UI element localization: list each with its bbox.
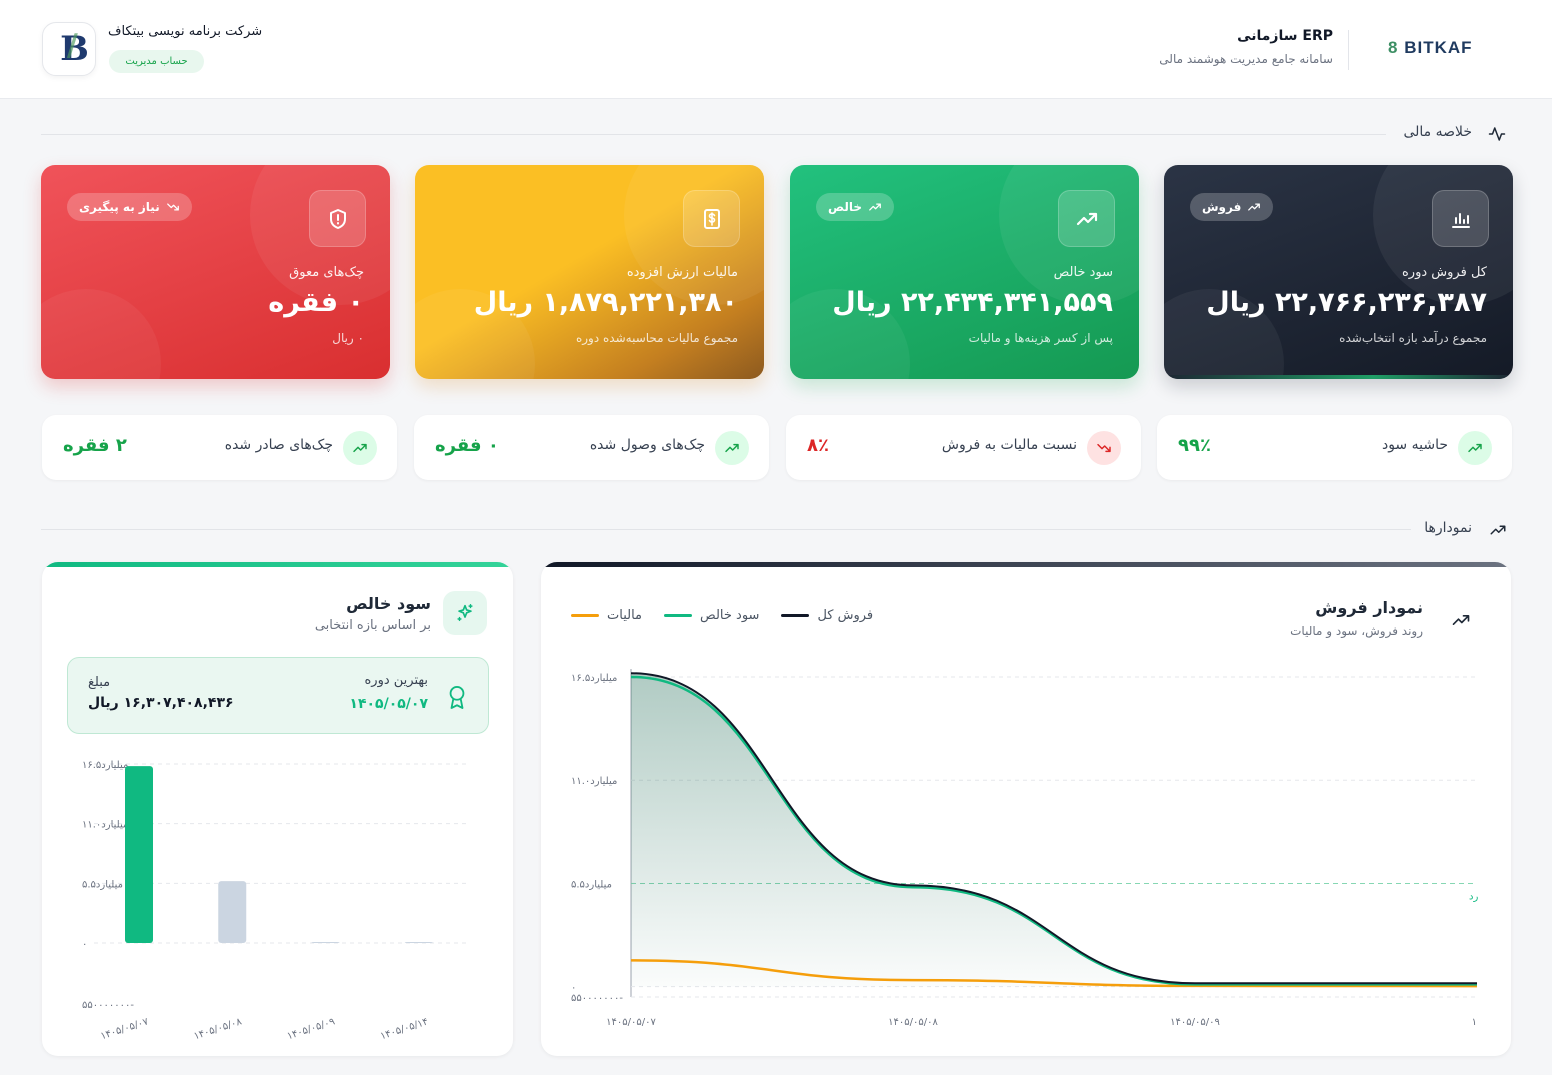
stat-value: ۲ فقره <box>63 435 127 456</box>
y-tick-label: ۱۶.۵میلیارد <box>571 673 617 684</box>
company-logo[interactable]: B / <box>42 22 96 76</box>
stat-label: نسبت مالیات به فروش <box>941 437 1077 453</box>
stat-received-checks[interactable]: چک‌های وصول شده ۰ فقره <box>414 415 769 480</box>
summary-title: خلاصه مالی <box>1403 124 1472 140</box>
kpi-label: مالیات ارزش افزوده <box>626 265 738 280</box>
company-name: شرکت برنامه نویسی بیتکاف <box>108 24 263 39</box>
trend-up-icon <box>1248 203 1261 211</box>
y-tick-label: ۱۶.۵میلیارد <box>82 760 128 771</box>
y-tick-label: ۱۱.۰میلیارد <box>82 820 128 831</box>
kpi-label: چک‌های معوق <box>289 265 364 280</box>
y-tick-label: ۵۵۰۰۰۰۰۰۰- <box>82 1000 134 1011</box>
charts-title: نمودارها <box>1424 520 1472 536</box>
bar <box>218 881 247 943</box>
y-tick-label: ۵.۵میلیارد <box>82 879 123 890</box>
trend-up-icon <box>1490 525 1506 535</box>
sales-area <box>631 673 1477 987</box>
kpi-value: ۲۲,۷۶۶,۲۳۶,۳۸۷ ریال <box>1206 287 1487 318</box>
stat-tax-ratio[interactable]: نسبت مالیات به فروش ۸٪ <box>786 415 1141 480</box>
kpi-value: ۰ فقره <box>268 287 364 318</box>
trend-up-icon <box>1058 190 1115 247</box>
dollar-bill-icon <box>683 190 740 247</box>
stat-label: چک‌های صادر شده <box>224 437 333 453</box>
shield-alert-icon <box>309 190 366 247</box>
kpi-chip-net: خالص <box>816 193 895 221</box>
kpi-chip-sales: فروش <box>1190 193 1274 221</box>
sales-line-chart: ۱۶.۵میلیارد۱۱.۰میلیارد۰۵۵۰۰۰۰۰۰۰-۵.۵میلی… <box>571 669 1478 1028</box>
app-subtitle: سامانه جامع مدیریت هوشمند مالی <box>1159 52 1333 66</box>
y-tick-label: ۵.۵میلیارد <box>571 879 612 890</box>
x-tick-label: ۱۴۰۵/۰۵/۰۹ <box>1170 1017 1220 1028</box>
bar-chart-icon <box>1432 190 1489 247</box>
y-tick-label: ۰ <box>82 939 87 950</box>
bar <box>404 942 433 943</box>
kpi-value: ۲۲,۴۳۴,۳۴۱,۵۵۹ ریال <box>832 287 1113 318</box>
stat-value: ۸٪ <box>807 435 829 456</box>
sales-chart-panel: نمودار فروش روند فروش، سود و مالیات فروش… <box>541 562 1511 1056</box>
x-tick-label: ۱۴۰۵/۰۵/۰۷ <box>606 1017 656 1028</box>
header-divider <box>1348 30 1349 70</box>
x-tick-label: ۱۴۰۵/۰۵/۰۸ <box>888 1017 938 1028</box>
stat-issued-checks[interactable]: چک‌های صادر شده ۲ فقره <box>42 415 397 480</box>
kpi-chip-follow-up: نیاز به پیگیری <box>67 193 192 221</box>
net-profit-panel: سود خالص بر اساس بازه انتخابی بهترین دور… <box>42 562 513 1056</box>
net-profit-bar-chart: ۱۶.۵میلیارد ۱۱.۰میلیارد ۵.۵میلیارد ۰ ۵۵۰۰۰۰۰… <box>82 760 467 1042</box>
trend-down-icon <box>1087 431 1121 465</box>
trend-up-icon <box>869 203 881 211</box>
app-title: ERP سازمانی <box>1237 28 1333 44</box>
kpi-card-vat[interactable]: مالیات ارزش افزوده ۱,۸۷۹,۲۲۱,۳۸۰ ریال مج… <box>415 165 764 379</box>
kpi-subtext: مجموع مالیات محاسبه‌شده دوره <box>575 331 738 345</box>
stat-label: حاشیه سود <box>1381 437 1448 453</box>
kpi-card-overdue-checks[interactable]: نیاز به پیگیری چک‌های معوق ۰ فقره ۰ ریال <box>41 165 390 379</box>
stat-value: ۹۹٪ <box>1178 435 1211 456</box>
kpi-subtext: مجموع درآمد بازه انتخاب‌شده <box>1339 331 1487 345</box>
x-tick-label: ۱۴۰۵/۰۵/۰۹ <box>286 1016 337 1042</box>
stat-value: ۰ فقره <box>435 435 499 456</box>
kpi-label: سود خالص <box>1053 265 1113 280</box>
trend-up-icon <box>715 431 749 465</box>
y-tick-label: ۱۱.۰میلیارد <box>571 776 617 787</box>
kpi-subtext: ۰ ریال <box>332 331 364 345</box>
charts-divider <box>41 529 1411 530</box>
kpi-accent-bar <box>1164 375 1513 379</box>
trend-up-icon <box>343 431 377 465</box>
x-tick-label: ۱۴۰۵/۰۵/۱۴ <box>379 1016 430 1042</box>
activity-icon <box>1488 127 1506 141</box>
trend-down-icon <box>166 203 179 211</box>
x-tick-label: ۱۴۰۵/۰۵/۰۷ <box>99 1016 150 1042</box>
kpi-subtext: پس از کسر هزینه‌ها و مالیات <box>968 331 1113 345</box>
x-tick-label: ۱ <box>1472 1017 1477 1028</box>
y-tick-label: ۵۵۰۰۰۰۰۰۰- <box>571 993 623 1004</box>
stat-profit-margin[interactable]: حاشیه سود ۹۹٪ <box>1157 415 1512 480</box>
top-header: 8 BITKAF ERP سازمانی سامانه جامع مدیریت … <box>0 0 1552 99</box>
bar <box>125 766 153 943</box>
role-badge: حساب مدیریت <box>109 50 204 73</box>
stat-label: چک‌های وصول شده <box>589 437 705 453</box>
kpi-value: ۱,۸۷۹,۲۲۱,۳۸۰ ریال <box>473 287 738 318</box>
reference-line-label: رد <box>1469 891 1478 902</box>
summary-divider <box>41 134 1386 135</box>
kpi-card-net-profit[interactable]: خالص سود خالص ۲۲,۴۳۴,۳۴۱,۵۵۹ ریال پس از … <box>790 165 1139 379</box>
kpi-card-total-sales[interactable]: فروش کل فروش دوره ۲۲,۷۶۶,۲۳۶,۳۸۷ ریال مج… <box>1164 165 1513 379</box>
kpi-label: کل فروش دوره <box>1402 265 1487 280</box>
x-tick-label: ۱۴۰۵/۰۵/۰۸ <box>192 1016 243 1042</box>
trend-up-icon <box>1458 431 1492 465</box>
bitkaf-logo[interactable]: 8 BITKAF <box>1388 38 1473 58</box>
bar <box>311 942 340 943</box>
